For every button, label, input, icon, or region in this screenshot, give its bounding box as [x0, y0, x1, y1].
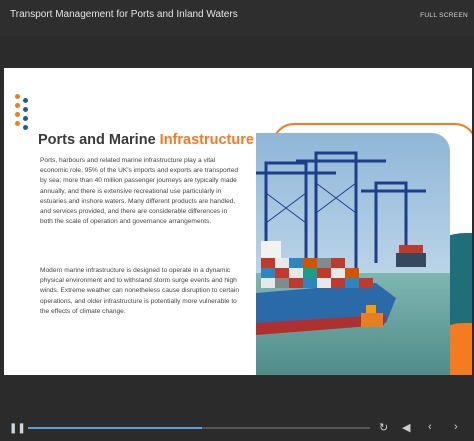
- title-bar: Transport Management for Ports and Inlan…: [0, 0, 474, 36]
- decorative-dots-icon: [15, 94, 35, 134]
- body-paragraph-1: Ports, harbours and related marine infra…: [40, 157, 239, 226]
- progress-track[interactable]: [28, 427, 370, 429]
- fullscreen-button[interactable]: FULL SCREEN: [420, 12, 468, 19]
- body-paragraph-2: Modern marine infrastructure is designed…: [40, 267, 240, 315]
- progress-fill: [28, 427, 203, 429]
- heading-accent: Infrastructure: [159, 132, 254, 148]
- slide-heading: Ports and Marine Infrastructure: [38, 132, 254, 148]
- volume-icon[interactable]: ◀: [402, 421, 410, 434]
- next-icon[interactable]: ›: [454, 421, 458, 433]
- slide-photo-frame: [256, 123, 472, 375]
- pause-icon[interactable]: ❚❚: [9, 423, 26, 434]
- container-ship-illustration: [256, 133, 450, 375]
- player-controls: ❚❚ ↻ ◀ ‹ ›: [0, 415, 474, 441]
- replay-icon[interactable]: ↻: [379, 421, 388, 434]
- course-title: Transport Management for Ports and Inlan…: [10, 9, 238, 20]
- prev-icon[interactable]: ‹: [428, 421, 432, 433]
- slide: Ports and Marine Infrastructure Ports, h…: [4, 68, 472, 375]
- heading-main: Ports and Marine: [38, 132, 160, 148]
- port-photo: [256, 133, 450, 375]
